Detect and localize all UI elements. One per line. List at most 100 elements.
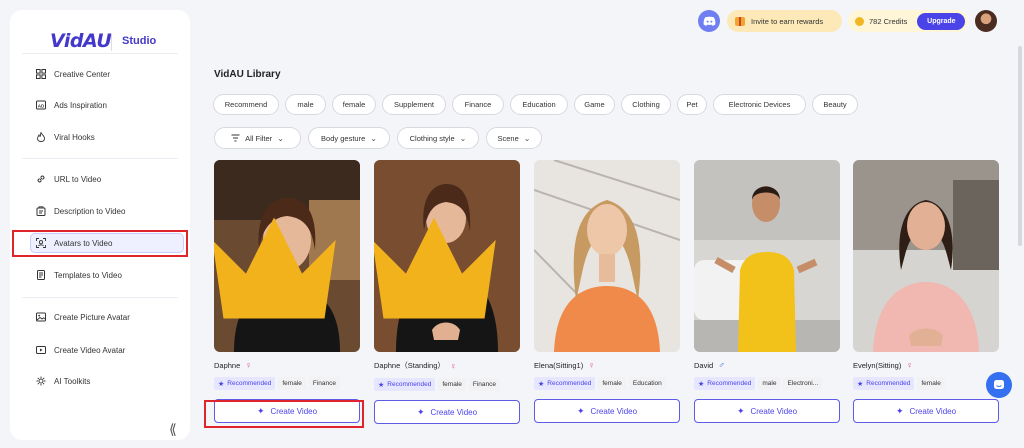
sidebar-divider xyxy=(22,53,178,54)
sidebar-item-viral-hooks[interactable]: Viral Hooks xyxy=(36,128,186,146)
recommended-chip: ★ Recommended xyxy=(374,378,436,391)
sidebar-item-label: Create Video Avatar xyxy=(54,345,126,355)
sidebar-item-create-video-avatar[interactable]: Create Video Avatar xyxy=(36,341,186,359)
sidebar-item-ai-toolkits[interactable]: AI Toolkits xyxy=(36,372,186,390)
sidebar-item-label: URL to Video xyxy=(54,174,102,184)
avatar-name-row: Elena(Sitting1) ♀ xyxy=(534,360,680,370)
chevron-down-icon: ⌄ xyxy=(370,133,377,143)
invite-rewards-button[interactable]: Invite to earn rewards xyxy=(727,10,842,32)
avatar-card[interactable]: Elena(Sitting1) ♀ ★ Recommended female Ed… xyxy=(534,160,680,423)
create-video-label: Create Video xyxy=(590,406,638,416)
video-icon xyxy=(36,345,46,355)
sidebar-item-label: Create Picture Avatar xyxy=(54,312,130,322)
avatar-photo[interactable] xyxy=(214,160,360,352)
tag-female[interactable]: female xyxy=(332,94,376,115)
create-video-label: Create Video xyxy=(909,406,957,416)
filter-bar: All Filter ⌄ Body gesture ⌄ Clothing sty… xyxy=(214,127,549,149)
create-video-button[interactable]: ✦ Create Video xyxy=(694,399,840,423)
brand-studio-label: Studio xyxy=(122,35,157,47)
sidebar-item-ads-inspiration[interactable]: AD Ads Inspiration xyxy=(36,96,186,114)
clothing-style-dropdown[interactable]: Clothing style ⌄ xyxy=(397,127,479,149)
chip: female xyxy=(598,377,626,390)
sparkle-icon: ✦ xyxy=(576,405,585,416)
tag-male[interactable]: male xyxy=(285,94,326,115)
tag-education[interactable]: Education xyxy=(510,94,568,115)
all-filter-dropdown[interactable]: All Filter ⌄ xyxy=(214,127,301,149)
tag-electronic-devices[interactable]: Electronic Devices xyxy=(713,94,806,115)
chip-label: Recommended xyxy=(387,381,432,388)
tag-pet[interactable]: Pet xyxy=(677,94,707,115)
chevron-down-icon: ⌄ xyxy=(459,133,467,143)
brand-separator xyxy=(111,33,112,51)
create-video-button[interactable]: ✦ Create Video xyxy=(534,399,680,423)
avatar-card[interactable]: David ♂ ★ Recommended male Electroni... ✦… xyxy=(694,160,840,423)
sidebar-item-url-to-video[interactable]: URL to Video xyxy=(36,170,186,188)
chip: Finance xyxy=(308,377,340,390)
avatar-photo[interactable] xyxy=(853,160,999,352)
female-icon: ♀ xyxy=(449,360,457,371)
sidebar-item-description-to-video[interactable]: Description to Video xyxy=(36,202,186,220)
chip-label: Recommended xyxy=(866,380,911,387)
tag-supplement[interactable]: Supplement xyxy=(382,94,446,115)
sidebar-divider xyxy=(22,297,178,298)
sidebar-item-create-picture-avatar[interactable]: Create Picture Avatar xyxy=(36,308,186,326)
user-avatar[interactable] xyxy=(975,10,997,32)
scrollbar[interactable] xyxy=(1018,46,1022,246)
upgrade-button[interactable]: Upgrade xyxy=(917,12,966,30)
female-icon: ♀ xyxy=(245,360,253,370)
avatar-card[interactable]: Daphne ♀ ★ Recommended female Finance ✦ Cr… xyxy=(214,160,360,423)
recommended-chip: ★ Recommended xyxy=(694,377,756,390)
create-video-label: Create Video xyxy=(750,406,798,416)
avatar-name: Daphne（Standing） xyxy=(374,361,445,370)
link-icon xyxy=(36,174,46,184)
create-video-label: Create Video xyxy=(430,407,478,417)
sidebar-item-label: Creative Center xyxy=(54,69,111,79)
sidebar-item-label: Viral Hooks xyxy=(54,132,95,142)
avatar-name-row: Daphne（Standing） ♀ xyxy=(374,360,520,371)
tag-beauty[interactable]: Beauty xyxy=(812,94,858,115)
star-icon: ★ xyxy=(857,380,864,388)
avatar-photo[interactable] xyxy=(534,160,680,352)
sidebar-item-label: Description to Video xyxy=(54,206,126,216)
sparkle-icon: ✦ xyxy=(895,405,904,416)
avatar-name-row: David ♂ xyxy=(694,360,840,370)
tag-recommend[interactable]: Recommend xyxy=(213,94,279,115)
credits-label: 782 Credits xyxy=(869,16,908,26)
chip-label: Recommended xyxy=(707,380,752,387)
female-icon: ♀ xyxy=(906,360,914,370)
sparkle-icon: ✦ xyxy=(416,406,425,417)
chip: Finance xyxy=(468,378,500,391)
gift-icon xyxy=(735,16,745,26)
filter-label: Scene xyxy=(497,133,519,143)
star-icon: ★ xyxy=(218,380,225,388)
chip: female xyxy=(278,377,306,390)
brand-logo[interactable]: VidAU xyxy=(50,30,112,52)
scene-dropdown[interactable]: Scene ⌄ xyxy=(486,127,542,149)
flame-icon xyxy=(36,132,46,142)
tag-game[interactable]: Game xyxy=(574,94,615,115)
highlight-box-create-video xyxy=(204,400,364,428)
avatar-tags: ★ Recommended female Education xyxy=(534,377,680,390)
document-icon xyxy=(36,206,46,216)
create-video-button[interactable]: ✦ Create Video xyxy=(853,399,999,423)
svg-text:AD: AD xyxy=(38,103,45,108)
sun-icon xyxy=(36,376,46,386)
tag-finance[interactable]: Finance xyxy=(452,94,504,115)
create-video-button[interactable]: ✦ Create Video xyxy=(374,400,520,424)
avatar-tags: ★ Recommended female Finance xyxy=(374,378,520,391)
chip: female xyxy=(438,378,466,391)
body-gesture-dropdown[interactable]: Body gesture ⌄ xyxy=(308,127,390,149)
sidebar-item-creative-center[interactable]: Creative Center xyxy=(36,65,186,83)
chat-support-icon[interactable] xyxy=(986,372,1012,398)
avatar-photo[interactable] xyxy=(374,160,520,352)
sidebar-item-label: Ads Inspiration xyxy=(54,100,107,110)
template-icon xyxy=(36,270,46,280)
avatar-photo[interactable] xyxy=(694,160,840,352)
ad-icon: AD xyxy=(36,100,46,110)
discord-icon[interactable] xyxy=(698,10,720,32)
tag-clothing[interactable]: Clothing xyxy=(621,94,671,115)
avatar-card[interactable]: Daphne（Standing） ♀ ★ Recommended female F… xyxy=(374,160,520,424)
avatar-card[interactable]: Evelyn(Sitting) ♀ ★ Recommended female ✦ C… xyxy=(853,160,999,423)
sidebar-item-templates-to-video[interactable]: Templates to Video xyxy=(36,266,186,284)
double-chevron-left-icon[interactable]: ⟪ xyxy=(169,421,177,438)
